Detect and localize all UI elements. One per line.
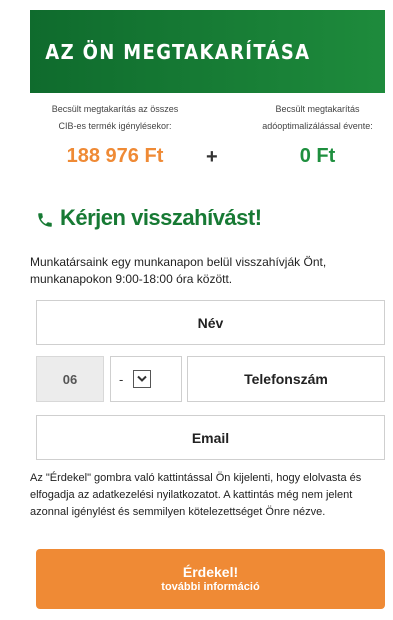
phone-number-input[interactable]: Telefonszám — [187, 356, 385, 402]
cta-sub-label: további információ — [161, 581, 260, 593]
interested-button[interactable]: Érdekel! további információ — [36, 549, 385, 609]
phone-prefix-field: 06 — [36, 356, 104, 402]
callback-title: Kérjen visszahívást! — [60, 205, 262, 230]
total-savings-value: 188 976 Ft — [66, 145, 164, 167]
tax-savings-label-line2: adóoptimalizálással évente: — [262, 121, 373, 131]
name-input[interactable]: Név — [36, 300, 385, 345]
tax-savings-value: 0 Ft — [299, 145, 336, 167]
chevron-down-icon[interactable] — [133, 370, 152, 388]
total-savings-column: Becsült megtakarítás az összes CIB-es te… — [30, 100, 200, 168]
area-code-select[interactable]: - — [110, 356, 182, 402]
email-input[interactable]: Email — [36, 415, 385, 460]
savings-summary: Becsült megtakarítás az összes CIB-es te… — [30, 100, 393, 180]
callback-heading: Kérjen visszahívást! — [36, 205, 262, 231]
tax-savings-column: Becsült megtakarítás adóoptimalizálással… — [235, 100, 393, 168]
area-code-value: - — [119, 371, 124, 387]
plus-sign: + — [206, 146, 218, 168]
savings-header: AZ ÖN MEGTAKARÍTÁSA — [30, 10, 385, 93]
consent-disclaimer: Az "Érdekel" gombra való kattintással Ön… — [30, 472, 362, 518]
callback-intro-text: Munkatársaink egy munkanapon belül vissz… — [30, 255, 327, 286]
cta-main-label: Érdekel! — [182, 564, 239, 580]
header-title: AZ ÖN MEGTAKARÍTÁSA — [45, 39, 311, 64]
total-savings-label-line2: CIB-es termék igénylésekor: — [58, 121, 172, 131]
phone-icon — [36, 209, 54, 227]
